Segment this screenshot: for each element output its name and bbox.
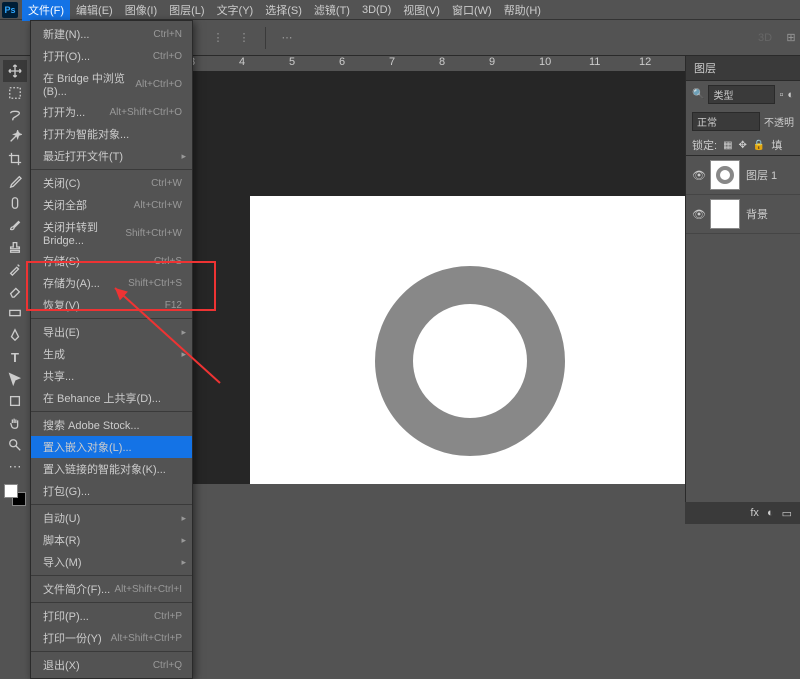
fx-icon[interactable]: fx xyxy=(750,507,759,519)
menu-3d[interactable]: 3D(D) xyxy=(356,1,397,19)
menu-item[interactable]: 新建(N)...Ctrl+N xyxy=(31,23,192,45)
visibility-icon[interactable]: 👁 xyxy=(692,208,704,220)
ring-shape xyxy=(375,266,565,456)
filter-icon[interactable]: ◐ xyxy=(787,89,794,101)
file-menu-dropdown: 新建(N)...Ctrl+N打开(O)...Ctrl+O在 Bridge 中浏览… xyxy=(30,20,193,679)
blend-mode-select[interactable]: 正常 xyxy=(692,112,760,131)
menu-item[interactable]: 关闭并转到 Bridge...Shift+Ctrl+W xyxy=(31,216,192,250)
wand-tool[interactable] xyxy=(3,126,27,148)
distribute-icon[interactable]: ⋮ xyxy=(209,29,227,47)
stamp-tool[interactable] xyxy=(3,236,27,258)
menu-item[interactable]: 在 Bridge 中浏览(B)...Alt+Ctrl+O xyxy=(31,67,192,101)
document-canvas[interactable] xyxy=(250,196,685,484)
menu-item[interactable]: 存储为(A)...Shift+Ctrl+S xyxy=(31,272,192,294)
menu-item[interactable]: 在 Behance 上共享(D)... xyxy=(31,387,192,409)
more-tools[interactable]: ⋯ xyxy=(3,456,27,478)
more-icon[interactable]: ⋯ xyxy=(278,29,296,47)
menu-item: 恢复(V)F12 xyxy=(31,294,192,316)
menu-item[interactable]: 最近打开文件(T) xyxy=(31,145,192,167)
layer-thumbnail xyxy=(710,160,740,190)
eyedropper-tool[interactable] xyxy=(3,170,27,192)
menu-文件[interactable]: 文件(F) xyxy=(22,0,70,21)
menu-文字[interactable]: 文字(Y) xyxy=(211,0,260,21)
color-swatches[interactable] xyxy=(4,484,26,506)
menu-选择[interactable]: 选择(S) xyxy=(259,0,308,21)
fill-label: 填 xyxy=(771,137,782,153)
menu-窗口[interactable]: 窗口(W) xyxy=(446,0,498,21)
opacity-label: 不透明 xyxy=(764,114,794,129)
distribute-icon[interactable]: ⋮ xyxy=(235,29,253,47)
menu-item[interactable]: 搜索 Adobe Stock... xyxy=(31,414,192,436)
eraser-tool[interactable] xyxy=(3,280,27,302)
layers-footer: fx ◐ ▭ xyxy=(685,502,800,524)
menu-item[interactable]: 打印(P)...Ctrl+P xyxy=(31,605,192,627)
separator xyxy=(265,27,266,49)
menu-item[interactable]: 打开为智能对象... xyxy=(31,123,192,145)
layer-filter-row: 🔍 类型 ▫ ◐ xyxy=(686,81,800,108)
menu-item[interactable]: 打开(O)...Ctrl+O xyxy=(31,45,192,67)
menu-帮助[interactable]: 帮助(H) xyxy=(498,0,547,21)
app-icon: Ps xyxy=(2,2,18,18)
layer-name: 图层 1 xyxy=(746,167,777,183)
mask-icon[interactable]: ◐ xyxy=(767,507,774,519)
path-tool[interactable] xyxy=(3,368,27,390)
view-icon[interactable]: ⊞ xyxy=(782,29,800,47)
menu-item[interactable]: 打开为...Alt+Shift+Ctrl+O xyxy=(31,101,192,123)
toolbar: T ⋯ xyxy=(0,56,30,506)
visibility-icon[interactable]: 👁 xyxy=(692,169,704,181)
menu-item[interactable]: 置入嵌入对象(L)... xyxy=(31,436,192,458)
layers-list: 👁 图层 1 👁 背景 xyxy=(686,156,800,234)
pen-tool[interactable] xyxy=(3,324,27,346)
lock-all-icon[interactable]: 🔒 xyxy=(753,140,765,151)
move-tool[interactable] xyxy=(3,60,27,82)
menu-item[interactable]: 共享... xyxy=(31,365,192,387)
menu-编辑[interactable]: 编辑(E) xyxy=(70,0,119,21)
lock-label: 锁定: xyxy=(692,137,717,153)
menu-item[interactable]: 退出(X)Ctrl+Q xyxy=(31,654,192,676)
search-icon[interactable]: 🔍 xyxy=(692,89,704,100)
menu-item[interactable]: 脚本(R) xyxy=(31,529,192,551)
hand-tool[interactable] xyxy=(3,412,27,434)
blend-row: 正常 不透明 xyxy=(686,108,800,135)
layer-name: 背景 xyxy=(746,206,768,222)
menu-item[interactable]: 存储(S)Ctrl+S xyxy=(31,250,192,272)
layer-row[interactable]: 👁 背景 xyxy=(686,195,800,234)
menu-item[interactable]: 导出(E) xyxy=(31,321,192,343)
menu-item[interactable]: 关闭全部Alt+Ctrl+W xyxy=(31,194,192,216)
menu-item[interactable]: 关闭(C)Ctrl+W xyxy=(31,172,192,194)
menu-图像[interactable]: 图像(I) xyxy=(119,0,163,21)
filter-kind-select[interactable]: 类型 xyxy=(708,85,775,104)
brush-tool[interactable] xyxy=(3,214,27,236)
filter-icon[interactable]: ▫ xyxy=(779,89,783,101)
shape-tool[interactable] xyxy=(3,390,27,412)
menu-视图[interactable]: 视图(V) xyxy=(397,0,446,21)
menu-item[interactable]: 生成 xyxy=(31,343,192,365)
menubar: Ps 文件(F)编辑(E)图像(I)图层(L)文字(Y)选择(S)滤镜(T)3D… xyxy=(0,0,800,20)
menu-item[interactable]: 自动(U) xyxy=(31,507,192,529)
marquee-tool[interactable] xyxy=(3,82,27,104)
type-tool[interactable]: T xyxy=(3,346,27,368)
menu-item[interactable]: 置入链接的智能对象(K)... xyxy=(31,458,192,480)
panels: 图层 🔍 类型 ▫ ◐ 正常 不透明 锁定: ▦ ✥ 🔒 填 👁 图层 1 👁 背景 xyxy=(685,56,800,524)
menu-item[interactable]: 打印一份(Y)Alt+Shift+Ctrl+P xyxy=(31,627,192,649)
lock-row: 锁定: ▦ ✥ 🔒 填 xyxy=(686,135,800,156)
gradient-tool[interactable] xyxy=(3,302,27,324)
menu-item: 打包(G)... xyxy=(31,480,192,502)
healing-tool[interactable] xyxy=(3,192,27,214)
lasso-tool[interactable] xyxy=(3,104,27,126)
layer-row[interactable]: 👁 图层 1 xyxy=(686,156,800,195)
history-brush-tool[interactable] xyxy=(3,258,27,280)
layer-thumbnail xyxy=(710,199,740,229)
3d-mode-icon[interactable]: 3D xyxy=(756,29,774,47)
new-folder-icon[interactable]: ▭ xyxy=(782,507,792,520)
zoom-tool[interactable] xyxy=(3,434,27,456)
layers-panel-tab[interactable]: 图层 xyxy=(686,56,800,81)
crop-tool[interactable] xyxy=(3,148,27,170)
menu-图层[interactable]: 图层(L) xyxy=(163,0,210,21)
menu-滤镜[interactable]: 滤镜(T) xyxy=(308,0,356,21)
lock-pixels-icon[interactable]: ▦ xyxy=(723,140,732,151)
menu-item[interactable]: 导入(M) xyxy=(31,551,192,573)
menu-item[interactable]: 文件简介(F)...Alt+Shift+Ctrl+I xyxy=(31,578,192,600)
lock-position-icon[interactable]: ✥ xyxy=(739,140,747,151)
